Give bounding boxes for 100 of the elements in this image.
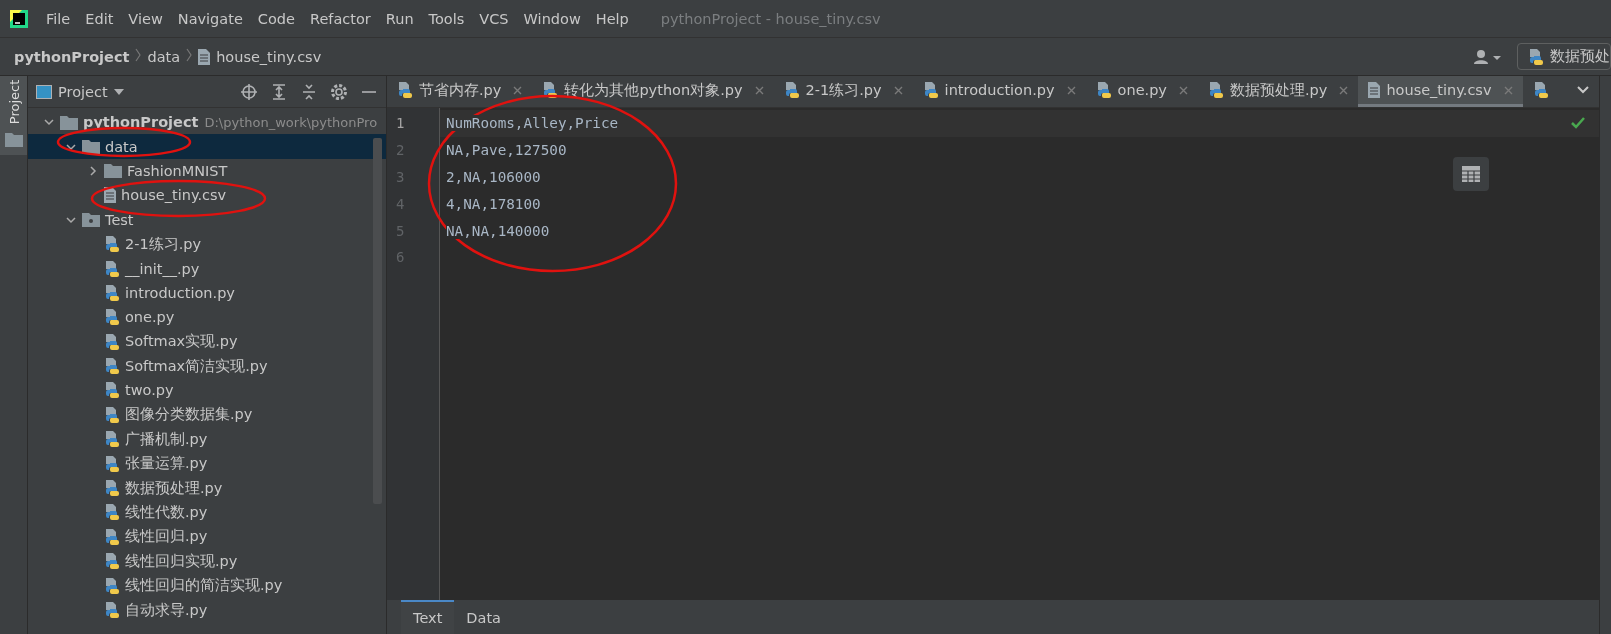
- line-number: 1: [395, 114, 406, 134]
- python-file-icon: [1207, 81, 1224, 99]
- close-icon[interactable]: [1066, 85, 1076, 95]
- table-view-button[interactable]: [1453, 157, 1489, 191]
- python-file-icon: [783, 81, 800, 99]
- tree-item[interactable]: Softmax实现.py: [28, 329, 386, 354]
- expand-all-icon[interactable]: [270, 82, 288, 101]
- tree-item[interactable]: one.py: [28, 305, 386, 330]
- chevron-right-icon[interactable]: [88, 165, 98, 176]
- tree-item[interactable]: introduction.py: [28, 280, 386, 306]
- table-icon: [1462, 166, 1480, 182]
- editor-tab[interactable]: one.py: [1085, 76, 1198, 107]
- python-file-icon: [542, 81, 559, 99]
- menu-item[interactable]: Refactor: [302, 6, 378, 31]
- close-icon[interactable]: [1178, 85, 1188, 95]
- tree-item[interactable]: 线性回归.py: [28, 524, 386, 550]
- menu-item[interactable]: Edit: [78, 6, 121, 31]
- editor-tab[interactable]: house_tiny.csv: [1358, 76, 1523, 107]
- python-file-icon: [397, 81, 413, 99]
- menu-item[interactable]: File: [39, 6, 78, 31]
- menu-item[interactable]: Help: [588, 6, 636, 31]
- chevron-down-icon[interactable]: [44, 117, 54, 128]
- panel-title[interactable]: Project: [36, 83, 124, 100]
- chevron-down-icon[interactable]: [1577, 86, 1589, 94]
- menu-item[interactable]: Window: [516, 6, 588, 31]
- editor-tab[interactable]: 节省内存.py: [387, 76, 533, 107]
- tree-item[interactable]: 自动求导.py: [28, 597, 386, 623]
- run-config-button[interactable]: 数据预处: [1517, 43, 1611, 70]
- editor-tab[interactable]: introduction.py: [912, 76, 1086, 107]
- python-file-icon: [104, 601, 120, 619]
- project-tool-button[interactable]: Project: [0, 76, 27, 155]
- chevron-down-icon[interactable]: [66, 214, 76, 225]
- tree-item[interactable]: Softmax简洁实现.py: [28, 353, 386, 379]
- python-file-icon: [1532, 81, 1549, 99]
- tree-item[interactable]: two.py: [28, 378, 386, 403]
- python-file-icon: [104, 479, 120, 498]
- view-tab[interactable]: Text: [401, 600, 455, 634]
- collapse-all-icon[interactable]: [300, 82, 318, 101]
- tree-item[interactable]: 广播机制.py: [28, 427, 386, 452]
- view-tab[interactable]: Data: [454, 600, 513, 634]
- menu-item[interactable]: VCS: [472, 6, 516, 31]
- editor-tab[interactable]: 转化为其他python对象.py: [532, 76, 774, 107]
- python-file-icon: [104, 405, 120, 424]
- python-file-icon: [104, 235, 120, 254]
- tree-item[interactable]: house_tiny.csv: [28, 183, 386, 208]
- editor-tab[interactable]: 2-1练习.py: [773, 76, 913, 107]
- python-file-icon: [104, 381, 120, 400]
- python-file-icon: [104, 527, 120, 546]
- tree-item[interactable]: FashionMNIST: [28, 158, 386, 184]
- menu-item[interactable]: Navigate: [170, 6, 250, 31]
- tree-item[interactable]: pythonProject D:\python_work\pythonPro: [28, 110, 386, 135]
- menu-item[interactable]: Tools: [421, 6, 472, 31]
- menu-item[interactable]: Code: [250, 6, 302, 31]
- chevron-down-icon[interactable]: [66, 141, 76, 152]
- tree-item[interactable]: __init__.py: [28, 256, 386, 281]
- close-icon[interactable]: [893, 85, 903, 95]
- close-icon[interactable]: [754, 85, 764, 95]
- folder-icon: [82, 212, 100, 228]
- chevron-right-icon: [135, 48, 142, 62]
- python-file-icon: [104, 503, 120, 522]
- python-file-icon: [104, 259, 120, 278]
- text-file-icon: [1368, 82, 1381, 98]
- editor-tab[interactable]: 数据预处理.py: [1197, 76, 1359, 107]
- tree-item[interactable]: 数据预处理.py: [28, 475, 386, 501]
- close-icon[interactable]: [1339, 85, 1349, 95]
- breadcrumb-item[interactable]: house_tiny.csv: [198, 48, 322, 65]
- tree-item[interactable]: data: [28, 134, 386, 159]
- tree-item[interactable]: 线性代数.py: [28, 500, 386, 525]
- project-path: D:\python_work\pythonPro: [204, 114, 378, 130]
- tree-item[interactable]: 线性回归的简洁实现.py: [28, 573, 386, 598]
- tree-item[interactable]: 张量运算.py: [28, 451, 386, 476]
- python-file-icon: [1528, 47, 1544, 66]
- settings-icon[interactable]: [330, 82, 348, 101]
- python-file-icon: [104, 283, 120, 302]
- window-title: pythonProject - house_tiny.csv: [660, 10, 881, 27]
- menu-item[interactable]: View: [121, 6, 170, 31]
- folder-icon: [82, 139, 100, 155]
- python-file-icon: [104, 576, 120, 595]
- close-icon[interactable]: [513, 85, 523, 95]
- caret-icon: [113, 88, 124, 95]
- folder-icon: [104, 163, 122, 179]
- tree-item[interactable]: Test: [28, 207, 386, 232]
- python-file-icon: [1095, 81, 1112, 99]
- tree-item[interactable]: 2-1练习.py: [28, 231, 386, 257]
- breadcrumb-item[interactable]: data: [147, 48, 181, 65]
- python-file-icon: [104, 308, 120, 327]
- chevron-right-icon: [186, 48, 193, 62]
- python-file-icon: [104, 552, 120, 571]
- breadcrumb-item[interactable]: pythonProject: [14, 48, 130, 65]
- tree-item[interactable]: 线性回归实现.py: [28, 549, 386, 574]
- python-file-icon: [104, 430, 120, 449]
- menu-item[interactable]: Run: [378, 6, 421, 31]
- user-icon[interactable]: [1473, 48, 1503, 65]
- scrollbar[interactable]: [373, 138, 382, 504]
- check-icon: [1571, 117, 1585, 129]
- app-logo: [8, 7, 30, 30]
- python-file-icon: [104, 357, 120, 376]
- locate-icon[interactable]: [240, 82, 258, 101]
- python-file-icon: [104, 332, 120, 351]
- tree-item[interactable]: 图像分类数据集.py: [28, 402, 386, 428]
